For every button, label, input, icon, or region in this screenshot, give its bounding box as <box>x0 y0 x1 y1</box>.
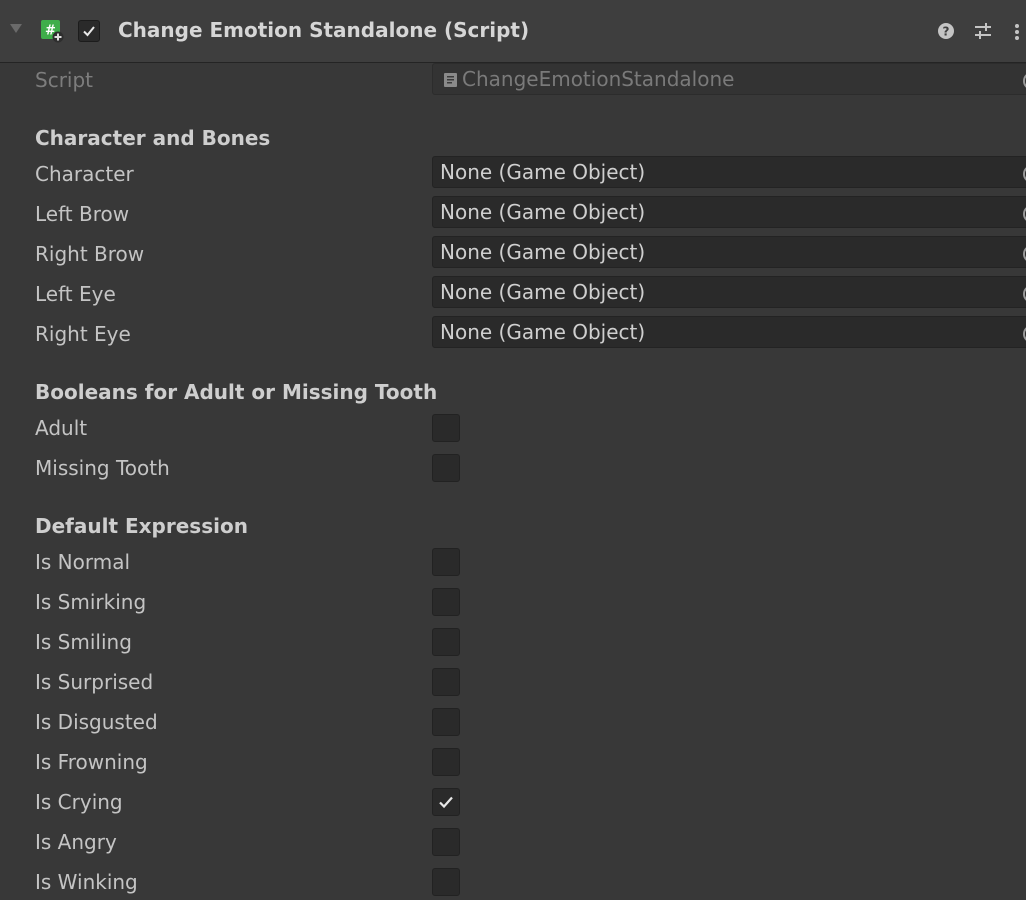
right-eye-field[interactable]: None (Game Object) <box>432 316 1026 348</box>
is-angry-checkbox[interactable] <box>432 828 460 856</box>
right-brow-value: None (Game Object) <box>440 240 646 264</box>
script-field: ChangeEmotionStandalone <box>432 63 1026 95</box>
character-field[interactable]: None (Game Object) <box>432 156 1026 188</box>
right-brow-field[interactable]: None (Game Object) <box>432 236 1026 268</box>
enable-component-checkbox[interactable] <box>78 20 100 42</box>
more-options-icon[interactable] <box>1012 22 1022 42</box>
adult-checkbox[interactable] <box>432 414 460 442</box>
left-eye-field[interactable]: None (Game Object) <box>432 276 1026 308</box>
is-winking-label: Is Winking <box>35 870 138 894</box>
section-character-and-bones: Character and Bones <box>35 126 271 150</box>
is-smirking-label: Is Smirking <box>35 590 147 614</box>
left-brow-label: Left Brow <box>35 202 130 226</box>
csharp-script-icon: # <box>41 20 64 43</box>
foldout-arrow-icon[interactable] <box>10 24 22 33</box>
is-smiling-label: Is Smiling <box>35 630 132 654</box>
is-normal-checkbox[interactable] <box>432 548 460 576</box>
is-winking-checkbox[interactable] <box>432 868 460 896</box>
component-header[interactable]: # Change Emotion Standalone (Script) ? <box>0 0 1026 63</box>
left-brow-field[interactable]: None (Game Object) <box>432 196 1026 228</box>
is-normal-label: Is Normal <box>35 550 131 574</box>
is-frowning-label: Is Frowning <box>35 750 148 774</box>
is-crying-checkbox[interactable] <box>432 788 460 816</box>
component-title: Change Emotion Standalone (Script) <box>118 18 530 42</box>
checkmark-icon <box>439 796 453 809</box>
is-disgusted-label: Is Disgusted <box>35 710 158 734</box>
is-smirking-checkbox[interactable] <box>432 588 460 616</box>
left-eye-value: None (Game Object) <box>440 280 646 304</box>
character-label: Character <box>35 162 134 186</box>
section-booleans: Booleans for Adult or Missing Tooth <box>35 380 438 404</box>
presets-icon[interactable] <box>972 20 994 42</box>
section-default-expression: Default Expression <box>35 514 248 538</box>
missing-tooth-label: Missing Tooth <box>35 456 170 480</box>
is-angry-label: Is Angry <box>35 830 117 854</box>
checkmark-icon <box>83 26 95 37</box>
right-eye-value: None (Game Object) <box>440 320 646 344</box>
character-value: None (Game Object) <box>440 160 646 184</box>
help-icon[interactable]: ? <box>936 21 956 41</box>
left-brow-value: None (Game Object) <box>440 200 646 224</box>
left-eye-label: Left Eye <box>35 282 116 306</box>
right-eye-label: Right Eye <box>35 322 131 346</box>
is-surprised-checkbox[interactable] <box>432 668 460 696</box>
right-brow-label: Right Brow <box>35 242 145 266</box>
is-crying-label: Is Crying <box>35 790 123 814</box>
script-value: ChangeEmotionStandalone <box>462 67 735 91</box>
is-surprised-label: Is Surprised <box>35 670 154 694</box>
is-smiling-checkbox[interactable] <box>432 628 460 656</box>
is-disgusted-checkbox[interactable] <box>432 708 460 736</box>
script-asset-icon <box>444 73 457 87</box>
svg-text:?: ? <box>943 25 950 39</box>
is-frowning-checkbox[interactable] <box>432 748 460 776</box>
adult-label: Adult <box>35 416 88 440</box>
script-label: Script <box>35 68 94 92</box>
missing-tooth-checkbox[interactable] <box>432 454 460 482</box>
